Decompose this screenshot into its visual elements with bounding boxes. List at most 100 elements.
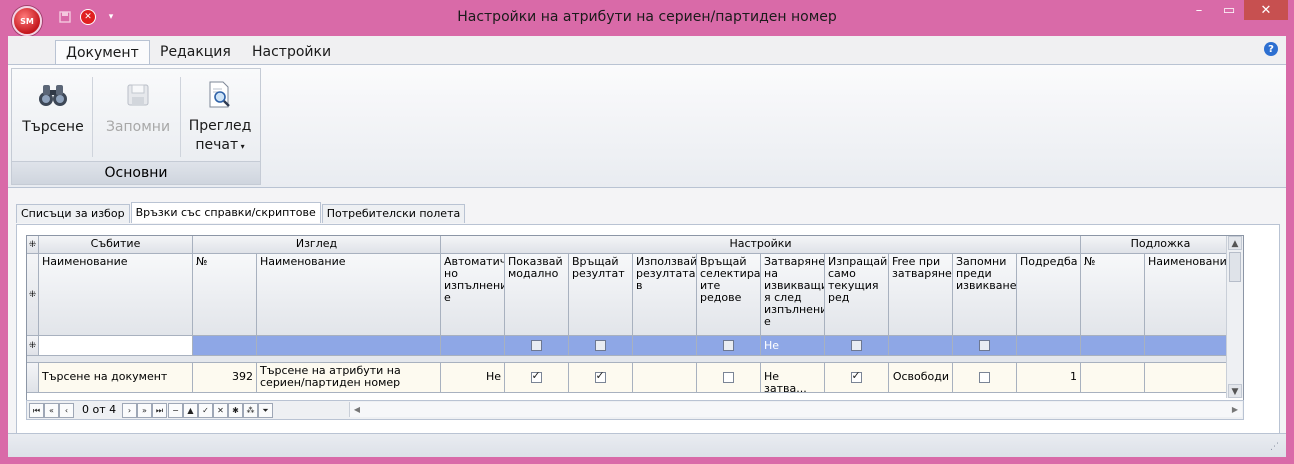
col-underlay-no[interactable]: № xyxy=(1081,254,1145,336)
vertical-scrollbar[interactable]: ▲ ▼ xyxy=(1226,236,1243,398)
col-remember-before[interactable]: Запомни преди извикване xyxy=(953,254,1017,336)
cell-view-name[interactable]: Търсене на атрибути на сериен/партиден н… xyxy=(257,363,441,393)
close-button[interactable]: ✕ xyxy=(1244,0,1288,20)
filter-remember-before[interactable] xyxy=(953,336,1017,356)
nav-cancel-icon[interactable]: ✕ xyxy=(213,403,228,418)
filter-return-selected-checkbox[interactable] xyxy=(722,339,734,351)
print-preview-label-line2: печат xyxy=(195,137,239,153)
cell-return-selected[interactable] xyxy=(697,363,761,393)
filter-modal[interactable] xyxy=(505,336,569,356)
size-grip-icon[interactable]: ⋰ xyxy=(1270,443,1280,453)
scroll-down-icon[interactable]: ▼ xyxy=(1228,384,1242,398)
grid-navigator: ⏮ « ‹ 0 от 4 › » ⏭ − ▲ ✓ ✕ ✱ ⁂ ⏷ ◀ ▶ xyxy=(26,400,1244,420)
col-view-name[interactable]: Наименование xyxy=(257,254,441,336)
nav-refresh-icon[interactable]: ✱ xyxy=(228,403,243,418)
ribbon-group-label: Основни xyxy=(12,161,260,184)
window-title: Настройки на атрибути на сериен/партиден… xyxy=(457,9,837,25)
scroll-right-icon[interactable]: ▶ xyxy=(1228,402,1242,417)
save-button[interactable]: Запомни xyxy=(98,75,178,161)
row-indicator[interactable] xyxy=(27,363,39,393)
cell-remember-before[interactable] xyxy=(953,363,1017,393)
col-view-no[interactable]: № xyxy=(193,254,257,336)
col-return-result[interactable]: Връщай резултат xyxy=(569,254,633,336)
filter-event-name[interactable] xyxy=(39,336,193,356)
filter-return-result-checkbox[interactable] xyxy=(594,339,606,351)
cell-free-on-close[interactable]: Освободи xyxy=(889,363,953,393)
print-preview-label: Преглед печат ▾ xyxy=(184,117,256,156)
nav-next-icon[interactable]: › xyxy=(122,403,137,418)
nav-last-icon[interactable]: ⏭ xyxy=(152,403,167,418)
scroll-up-icon[interactable]: ▲ xyxy=(1228,236,1242,250)
nav-bookmark-icon[interactable]: ⁂ xyxy=(243,403,258,418)
filter-modal-checkbox[interactable] xyxy=(530,339,542,351)
nav-prev-icon[interactable]: ‹ xyxy=(59,403,74,418)
status-bar: ⋰ xyxy=(8,433,1286,457)
col-return-selected[interactable]: Връщай селектиран ите редове xyxy=(697,254,761,336)
col-send-current[interactable]: Изпращай само текущия ред xyxy=(825,254,889,336)
filter-underlay-no[interactable] xyxy=(1081,336,1145,356)
filter-send-current[interactable] xyxy=(825,336,889,356)
cell-close-mode[interactable]: Не затва... xyxy=(761,363,825,393)
nav-prev-page-icon[interactable]: « xyxy=(44,403,59,418)
filter-close-mode[interactable]: Не затва... xyxy=(761,336,825,356)
scroll-thumb[interactable] xyxy=(1229,252,1241,282)
save-button-label: Запомни xyxy=(105,119,171,135)
print-preview-icon xyxy=(204,79,236,111)
tab-edit[interactable]: Редакция xyxy=(150,40,241,64)
filter-free-on-close[interactable] xyxy=(889,336,953,356)
nav-filter-icon[interactable]: ⏷ xyxy=(258,403,273,418)
filter-use-result-in[interactable] xyxy=(633,336,697,356)
application-window: SM ✕ ▾ Настройки на атрибути на сериен/п… xyxy=(0,0,1294,464)
tab-panel: ⁜ Събитие Изглед Настройки Подложка ⁜ На… xyxy=(16,224,1280,448)
band-view: Изглед xyxy=(193,236,441,254)
col-order[interactable]: Подредба xyxy=(1017,254,1081,336)
cell-send-current[interactable] xyxy=(825,363,889,393)
ribbon-group-main: Търсене Запомни Преглед печат ▾ Основни xyxy=(11,68,261,185)
nav-post-icon[interactable]: ✓ xyxy=(198,403,213,418)
tab-settings[interactable]: Настройки xyxy=(242,40,341,64)
col-close-mode[interactable]: Затваряне на извикващи я след изпълнени … xyxy=(761,254,825,336)
cell-use-result-in[interactable] xyxy=(633,363,697,393)
remember-before-checkbox[interactable] xyxy=(978,371,990,383)
nav-first-page-icon[interactable]: ⏮ xyxy=(29,403,44,418)
cell-event-name[interactable]: Търсене на документ xyxy=(39,363,193,393)
filter-remember-before-checkbox[interactable] xyxy=(978,339,990,351)
tab-user-fields[interactable]: Потребителски полета xyxy=(321,204,466,223)
tab-report-links[interactable]: Връзки със справки/скриптове xyxy=(130,202,321,223)
cell-auto-exec[interactable]: Не xyxy=(441,363,505,393)
return-result-checkbox[interactable] xyxy=(594,370,606,383)
cell-underlay-no[interactable] xyxy=(1081,363,1145,393)
cell-view-no[interactable]: 392 xyxy=(193,363,257,393)
cell-order[interactable]: 1 xyxy=(1017,363,1081,393)
col-auto-exec[interactable]: Автоматич но изпълнени е xyxy=(441,254,505,336)
minimize-button[interactable]: – xyxy=(1184,0,1214,20)
tab-document[interactable]: Документ xyxy=(55,40,150,65)
modal-checkbox[interactable] xyxy=(530,370,542,383)
cell-return-result[interactable] xyxy=(569,363,633,393)
search-button[interactable]: Търсене xyxy=(18,75,88,161)
filter-send-current-checkbox[interactable] xyxy=(850,339,862,351)
col-modal[interactable]: Показвай модално xyxy=(505,254,569,336)
filter-view-no[interactable] xyxy=(193,336,257,356)
col-use-result-in[interactable]: Използвай резултата в xyxy=(633,254,697,336)
print-preview-button[interactable]: Преглед печат ▾ xyxy=(184,75,256,161)
page-tabs: Списъци за избор Връзки със справки/скри… xyxy=(16,202,466,224)
tab-pick-lists[interactable]: Списъци за избор xyxy=(16,204,130,223)
col-event-name[interactable]: Наименование xyxy=(39,254,193,336)
filter-order[interactable] xyxy=(1017,336,1081,356)
nav-next-page-icon[interactable]: » xyxy=(137,403,152,418)
filter-view-name[interactable] xyxy=(257,336,441,356)
help-icon[interactable]: ? xyxy=(1264,42,1278,56)
cell-modal[interactable] xyxy=(505,363,569,393)
horizontal-scrollbar[interactable]: ◀ ▶ xyxy=(349,402,1242,417)
send-current-checkbox[interactable] xyxy=(850,370,862,383)
filter-return-selected[interactable] xyxy=(697,336,761,356)
col-free-on-close[interactable]: Free при затваряне xyxy=(889,254,953,336)
scroll-left-icon[interactable]: ◀ xyxy=(350,402,364,417)
return-selected-checkbox[interactable] xyxy=(722,371,734,383)
filter-auto-exec[interactable] xyxy=(441,336,505,356)
maximize-button[interactable]: ▭ xyxy=(1214,0,1244,20)
filter-return-result[interactable] xyxy=(569,336,633,356)
nav-delete-icon[interactable]: − xyxy=(168,403,183,418)
nav-edit-icon[interactable]: ▲ xyxy=(183,403,198,418)
